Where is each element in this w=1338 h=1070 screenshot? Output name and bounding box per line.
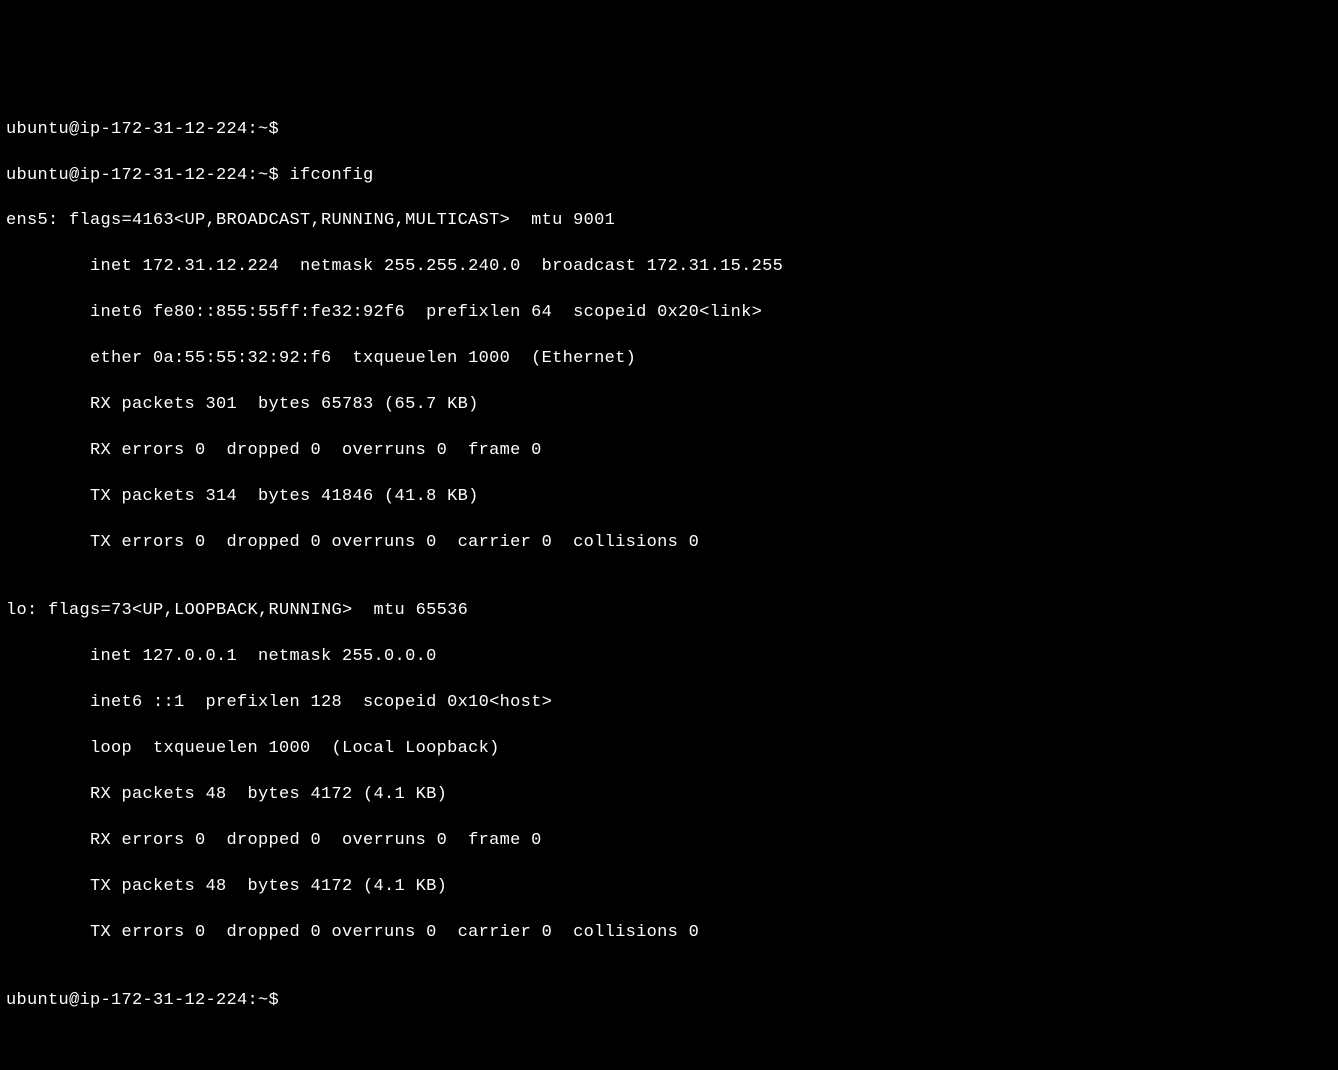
iface-ens5-tx-errors: TX errors 0 dropped 0 overruns 0 carrier… bbox=[6, 532, 1332, 555]
terminal-output[interactable]: ubuntu@ip-172-31-12-224:~$ ubuntu@ip-172… bbox=[6, 96, 1332, 1036]
iface-lo-tx-packets: TX packets 48 bytes 4172 (4.1 KB) bbox=[6, 876, 1332, 899]
iface-ens5-inet: inet 172.31.12.224 netmask 255.255.240.0… bbox=[6, 256, 1332, 279]
iface-ens5-inet6: inet6 fe80::855:55ff:fe32:92f6 prefixlen… bbox=[6, 302, 1332, 325]
iface-lo-rx-packets: RX packets 48 bytes 4172 (4.1 KB) bbox=[6, 784, 1332, 807]
iface-lo-header: lo: flags=73<UP,LOOPBACK,RUNNING> mtu 65… bbox=[6, 600, 1332, 623]
iface-lo-rx-errors: RX errors 0 dropped 0 overruns 0 frame 0 bbox=[6, 830, 1332, 853]
iface-lo-inet: inet 127.0.0.1 netmask 255.0.0.0 bbox=[6, 646, 1332, 669]
prompt-line-empty: ubuntu@ip-172-31-12-224:~$ bbox=[6, 119, 1332, 142]
iface-ens5-tx-packets: TX packets 314 bytes 41846 (41.8 KB) bbox=[6, 486, 1332, 509]
iface-lo-loop: loop txqueuelen 1000 (Local Loopback) bbox=[6, 738, 1332, 761]
iface-lo-tx-errors: TX errors 0 dropped 0 overruns 0 carrier… bbox=[6, 922, 1332, 945]
prompt-line-ready[interactable]: ubuntu@ip-172-31-12-224:~$ bbox=[6, 990, 1332, 1013]
iface-ens5-rx-errors: RX errors 0 dropped 0 overruns 0 frame 0 bbox=[6, 440, 1332, 463]
iface-lo-inet6: inet6 ::1 prefixlen 128 scopeid 0x10<hos… bbox=[6, 692, 1332, 715]
iface-ens5-rx-packets: RX packets 301 bytes 65783 (65.7 KB) bbox=[6, 394, 1332, 417]
iface-ens5-ether: ether 0a:55:55:32:92:f6 txqueuelen 1000 … bbox=[6, 348, 1332, 371]
iface-ens5-header: ens5: flags=4163<UP,BROADCAST,RUNNING,MU… bbox=[6, 210, 1332, 233]
command-line-ifconfig: ubuntu@ip-172-31-12-224:~$ ifconfig bbox=[6, 165, 1332, 188]
